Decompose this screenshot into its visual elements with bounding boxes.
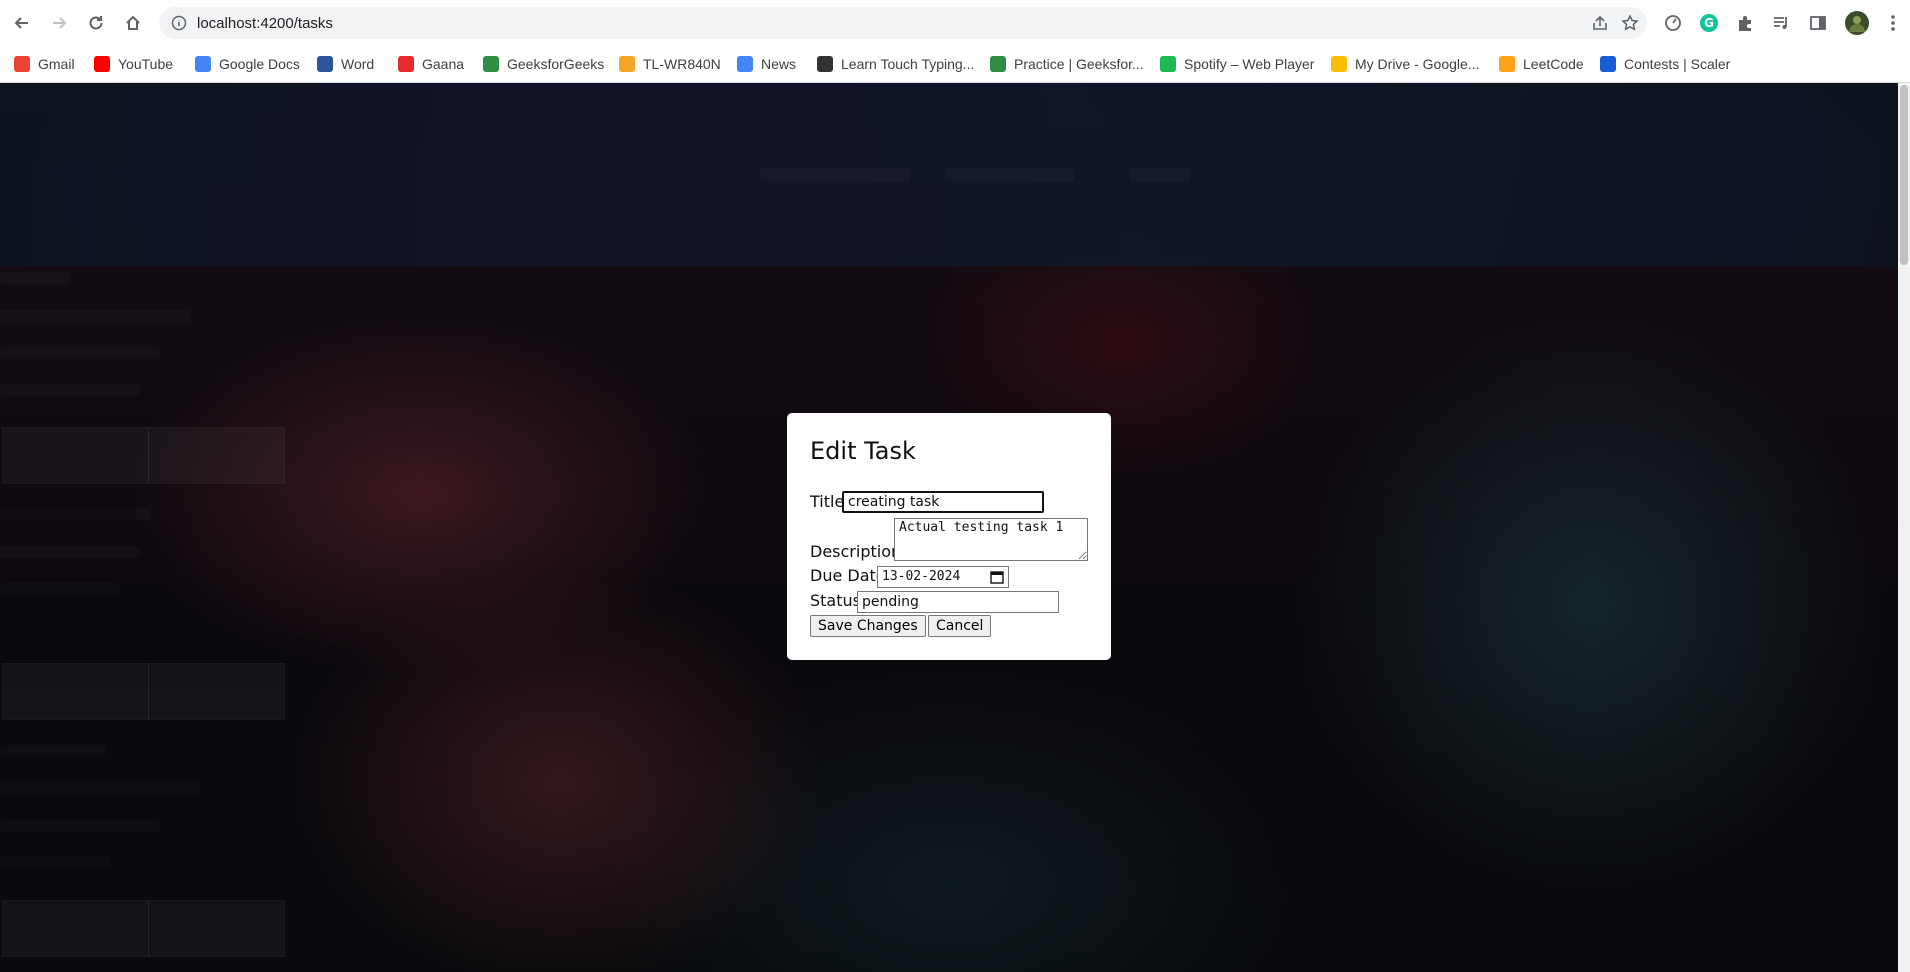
browser-menu-icon[interactable]: [1883, 13, 1903, 33]
bookmark-label: Practice | Geeksfor...: [1014, 56, 1144, 72]
tplink-icon: [619, 56, 635, 72]
bookmark-label: TL-WR840N: [643, 56, 721, 72]
word-icon: [317, 56, 333, 72]
edit-task-modal: Edit Task Title Description Actual testi…: [787, 413, 1111, 660]
bookmark-item[interactable]: Learn Touch Typing...: [817, 54, 974, 74]
bookmark-item[interactable]: Google Docs: [195, 54, 300, 74]
address-bar[interactable]: localhost:4200/tasks: [159, 7, 1647, 39]
bookmark-item[interactable]: Contests | Scaler: [1600, 54, 1730, 74]
grammarly-icon[interactable]: G: [1699, 13, 1719, 33]
reload-icon: [89, 16, 103, 30]
bookmark-label: YouTube: [118, 56, 174, 72]
bookmark-label: Gaana: [422, 56, 465, 72]
bookmark-star-icon[interactable]: [1621, 14, 1639, 32]
bookmark-item[interactable]: Word: [317, 54, 374, 74]
back-button[interactable]: [10, 11, 34, 35]
bookmark-label: Learn Touch Typing...: [841, 56, 975, 72]
geeksforgeeks-icon: [990, 56, 1006, 72]
description-label: Description: [810, 542, 902, 561]
scaler-icon: [1600, 56, 1616, 72]
due-date-input[interactable]: 13-02-2024: [877, 566, 1009, 588]
side-panel-icon[interactable]: [1808, 13, 1828, 33]
google-drive-icon: [1331, 56, 1347, 72]
bookmark-item[interactable]: My Drive - Google...: [1331, 54, 1479, 74]
due-date-label: Due Date: [810, 566, 886, 585]
svg-text:G: G: [1704, 16, 1714, 30]
google-news-icon: [737, 56, 753, 72]
performance-icon[interactable]: [1663, 13, 1683, 33]
description-row: Description: [810, 542, 901, 561]
scrollbar-thumb[interactable]: [1900, 85, 1908, 265]
save-changes-button[interactable]: Save Changes: [810, 615, 926, 637]
title-row: Title: [810, 492, 844, 511]
page-background: Edit Task Title Description Actual testi…: [0, 83, 1910, 972]
description-textarea[interactable]: Actual testing task 1: [894, 518, 1088, 561]
bookmark-label: LeetCode: [1523, 56, 1584, 72]
bookmark-item[interactable]: News: [737, 54, 796, 74]
bookmark-label: Word: [341, 56, 375, 72]
google-docs-icon: [195, 56, 211, 72]
due-date-value: 13-02-2024: [882, 569, 961, 584]
bookmark-item[interactable]: Gaana: [398, 54, 464, 74]
bookmark-item[interactable]: LeetCode: [1499, 54, 1584, 74]
back-arrow-icon: [14, 17, 28, 29]
status-row: Status: [810, 591, 861, 610]
bookmark-item[interactable]: Gmail: [14, 54, 75, 74]
title-label: Title: [810, 492, 845, 511]
extensions-puzzle-icon[interactable]: [1735, 13, 1755, 33]
bookmark-item[interactable]: GeeksforGeeks: [483, 54, 604, 74]
bookmark-label: Spotify – Web Player: [1184, 56, 1315, 72]
leetcode-icon: [1499, 56, 1515, 72]
share-icon[interactable]: [1591, 14, 1609, 32]
status-input[interactable]: [857, 591, 1059, 613]
home-button[interactable]: [121, 11, 145, 35]
media-queue-icon[interactable]: [1771, 13, 1791, 33]
bookmark-label: My Drive - Google...: [1355, 56, 1480, 72]
due-date-row: Due Date: [810, 566, 886, 585]
cancel-button[interactable]: Cancel: [928, 615, 992, 637]
bookmarks-bar: Gmail YouTube Google Docs Word Gaana Geeksfor…: [0, 46, 1910, 83]
bookmark-label: Gmail: [38, 56, 75, 72]
bookmark-label: Contests | Scaler: [1624, 56, 1731, 72]
forward-arrow-icon: [53, 17, 67, 29]
bookmark-item[interactable]: Practice | Geeksfor...: [990, 54, 1144, 74]
reload-button[interactable]: [84, 11, 108, 35]
bookmark-item[interactable]: TL-WR840N: [619, 54, 721, 74]
gaana-icon: [398, 56, 414, 72]
bookmark-label: News: [761, 56, 797, 72]
bookmark-item[interactable]: YouTube: [94, 54, 173, 74]
bookmark-label: Google Docs: [219, 56, 300, 72]
browser-toolbar: localhost:4200/tasks G: [0, 0, 1910, 46]
site-info-icon[interactable]: [171, 15, 187, 31]
home-icon: [126, 15, 140, 30]
calendar-icon[interactable]: [990, 570, 1004, 584]
profile-avatar[interactable]: [1845, 11, 1869, 35]
geeksforgeeks-icon: [483, 56, 499, 72]
bookmark-label: GeeksforGeeks: [507, 56, 605, 72]
title-input[interactable]: [842, 491, 1044, 513]
page-scrollbar[interactable]: [1898, 83, 1910, 972]
youtube-icon: [94, 56, 110, 72]
gmail-icon: [14, 56, 30, 72]
modal-title: Edit Task: [810, 437, 916, 465]
typing-icon: [817, 56, 833, 72]
spotify-icon: [1160, 56, 1176, 72]
bookmark-item[interactable]: Spotify – Web Player: [1160, 54, 1314, 74]
url-text: localhost:4200/tasks: [197, 15, 333, 32]
status-label: Status: [810, 591, 861, 610]
forward-button[interactable]: [47, 11, 71, 35]
